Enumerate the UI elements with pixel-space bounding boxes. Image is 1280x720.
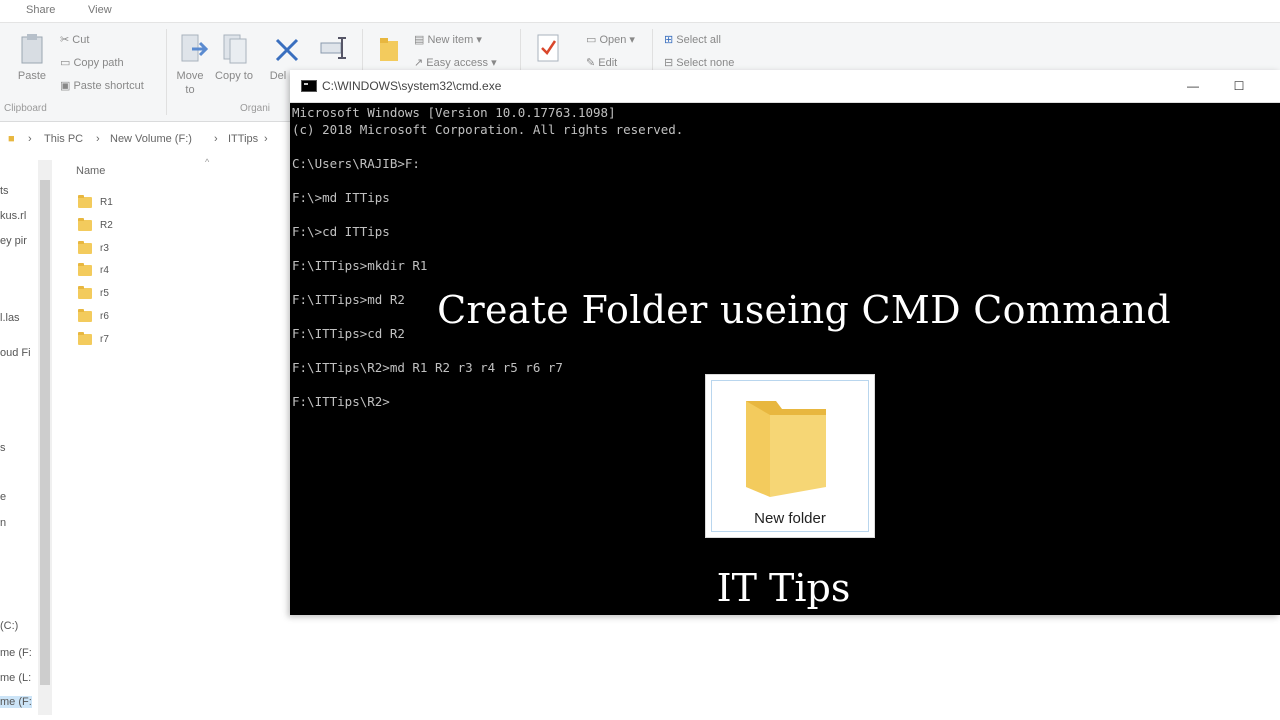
file-list: ^ Name R1 R2 r3 r4 r5 r6 r7	[60, 155, 290, 715]
console-line: C:\Users\RAJIB>F:	[292, 156, 420, 171]
cut-label: Cut	[72, 34, 90, 46]
select-none-button[interactable]: ⊟ Select none	[664, 56, 734, 69]
cmd-app-icon	[301, 80, 317, 92]
minimize-button[interactable]: —	[1178, 74, 1208, 98]
breadcrumb-separator: ›	[264, 133, 268, 145]
file-name: R1	[100, 197, 113, 208]
file-name: R2	[100, 220, 113, 231]
new-folder-caption: New folder	[754, 510, 826, 527]
folder-icon	[78, 218, 92, 231]
cmd-titlebar[interactable]: C:\WINDOWS\system32\cmd.exe — ☐	[290, 70, 1280, 103]
nav-item[interactable]: e	[0, 491, 6, 503]
rename-icon	[320, 37, 346, 59]
open-label: Open	[599, 34, 627, 46]
nav-item[interactable]: n	[0, 517, 6, 529]
cmd-window-title: C:\WINDOWS\system32\cmd.exe	[322, 79, 502, 93]
nav-item-l-drive[interactable]: me (L:	[0, 672, 31, 684]
easy-access-button[interactable]: ↗ Easy access ▾	[414, 56, 497, 69]
copy-path-button[interactable]: ▭ Copy path	[60, 56, 124, 69]
breadcrumb-separator: ›	[28, 133, 32, 145]
breadcrumb-separator: ›	[96, 133, 100, 145]
copy-to-button[interactable]	[222, 33, 250, 68]
ribbon-divider	[166, 29, 167, 115]
delete-button[interactable]	[274, 37, 300, 66]
new-item-label: New item	[427, 34, 474, 46]
breadcrumb-ittips[interactable]: ITTips	[228, 133, 258, 145]
maximize-button[interactable]: ☐	[1224, 74, 1254, 98]
edit-button[interactable]: ✎ Edit	[586, 56, 617, 69]
delete-label: Del	[269, 70, 287, 82]
folder-icon: ■	[8, 133, 15, 145]
select-all-label: Select all	[676, 34, 721, 46]
file-name: r3	[100, 243, 109, 254]
console-line: F:\>md ITTips	[292, 190, 390, 205]
easy-access-label: Easy access	[426, 57, 489, 69]
folder-icon	[78, 332, 92, 345]
sort-up-icon: ^	[205, 157, 210, 167]
paste-button[interactable]	[20, 33, 46, 68]
organize-group-label: Organi	[240, 103, 271, 114]
clipboard-group-label: Clipboard	[4, 103, 47, 114]
console-prompt-line: F:\ITTips\R2>	[292, 394, 390, 409]
delete-icon	[275, 38, 299, 62]
paste-shortcut-label: Paste shortcut	[73, 80, 144, 92]
nav-item[interactable]: s	[0, 442, 6, 454]
nav-item[interactable]: oud Fi	[0, 347, 31, 359]
cut-button[interactable]: ✂ Cut	[60, 33, 89, 46]
open-button[interactable]: ▭ Open ▾	[586, 33, 635, 46]
nav-item[interactable]: ts	[0, 185, 9, 197]
file-name: r7	[100, 334, 109, 345]
copy-to-icon	[223, 34, 247, 64]
large-folder-icon	[746, 401, 826, 497]
properties-button[interactable]	[536, 33, 562, 68]
file-name: r4	[100, 265, 109, 276]
new-item-button[interactable]: ▤ New item ▾	[414, 33, 482, 46]
console-line: F:\ITTips>mkdir R1	[292, 258, 428, 273]
edit-label: Edit	[598, 57, 618, 69]
nav-item[interactable]: kus.rl	[0, 210, 26, 222]
properties-icon	[537, 34, 559, 62]
copy-path-label: Copy path	[73, 57, 124, 69]
column-header-name[interactable]: Name	[76, 165, 105, 177]
move-to-icon	[181, 34, 209, 62]
breadcrumb-separator: ›	[214, 133, 218, 145]
paste-shortcut-button[interactable]: ▣ Paste shortcut	[60, 79, 144, 92]
tab-view[interactable]: View	[88, 4, 112, 16]
folder-icon	[78, 241, 92, 254]
tab-share[interactable]: Share	[26, 4, 55, 16]
select-all-icon: ⊞	[664, 34, 674, 46]
folder-icon	[78, 195, 92, 208]
console-line: F:\>cd ITTips	[292, 224, 390, 239]
move-to-label: Move to	[176, 70, 204, 96]
breadcrumb-new-volume[interactable]: New Volume (F:)	[110, 133, 192, 145]
rename-button[interactable]	[320, 35, 348, 64]
console-line: Microsoft Windows [Version 10.0.17763.10…	[292, 105, 616, 120]
select-none-label: Select none	[676, 57, 735, 69]
nav-item-f-drive[interactable]: me (F:	[0, 647, 32, 659]
address-bar[interactable]: ■ › This PC › New Volume (F:) › ITTips ›	[0, 126, 290, 152]
select-all-button[interactable]: ⊞ Select all	[664, 33, 721, 46]
nav-item-c-drive[interactable]: (C:)	[0, 620, 18, 632]
video-headline: Create Folder useing CMD Command	[437, 288, 1171, 332]
copy-to-label: Copy to	[215, 70, 253, 82]
channel-brand: IT Tips	[716, 566, 851, 610]
breadcrumb-this-pc[interactable]: This PC	[44, 133, 83, 145]
nav-item[interactable]: ey pir	[0, 235, 27, 247]
new-folder-card: New folder	[705, 374, 875, 538]
console-line: (c) 2018 Microsoft Corporation. All righ…	[292, 122, 684, 137]
ribbon-tabs: Share View	[0, 0, 1280, 23]
paste-icon	[21, 34, 43, 64]
nav-item-f-drive-selected[interactable]: me (F:	[0, 696, 32, 708]
new-folder-button[interactable]	[378, 35, 402, 66]
move-to-button[interactable]	[180, 33, 209, 68]
folder-icon	[78, 263, 92, 276]
console-line: F:\ITTips\R2>md R1 R2 r3 r4 r5 r6 r7	[292, 360, 563, 375]
paste-label: Paste	[17, 70, 47, 82]
new-folder-icon	[380, 38, 398, 61]
